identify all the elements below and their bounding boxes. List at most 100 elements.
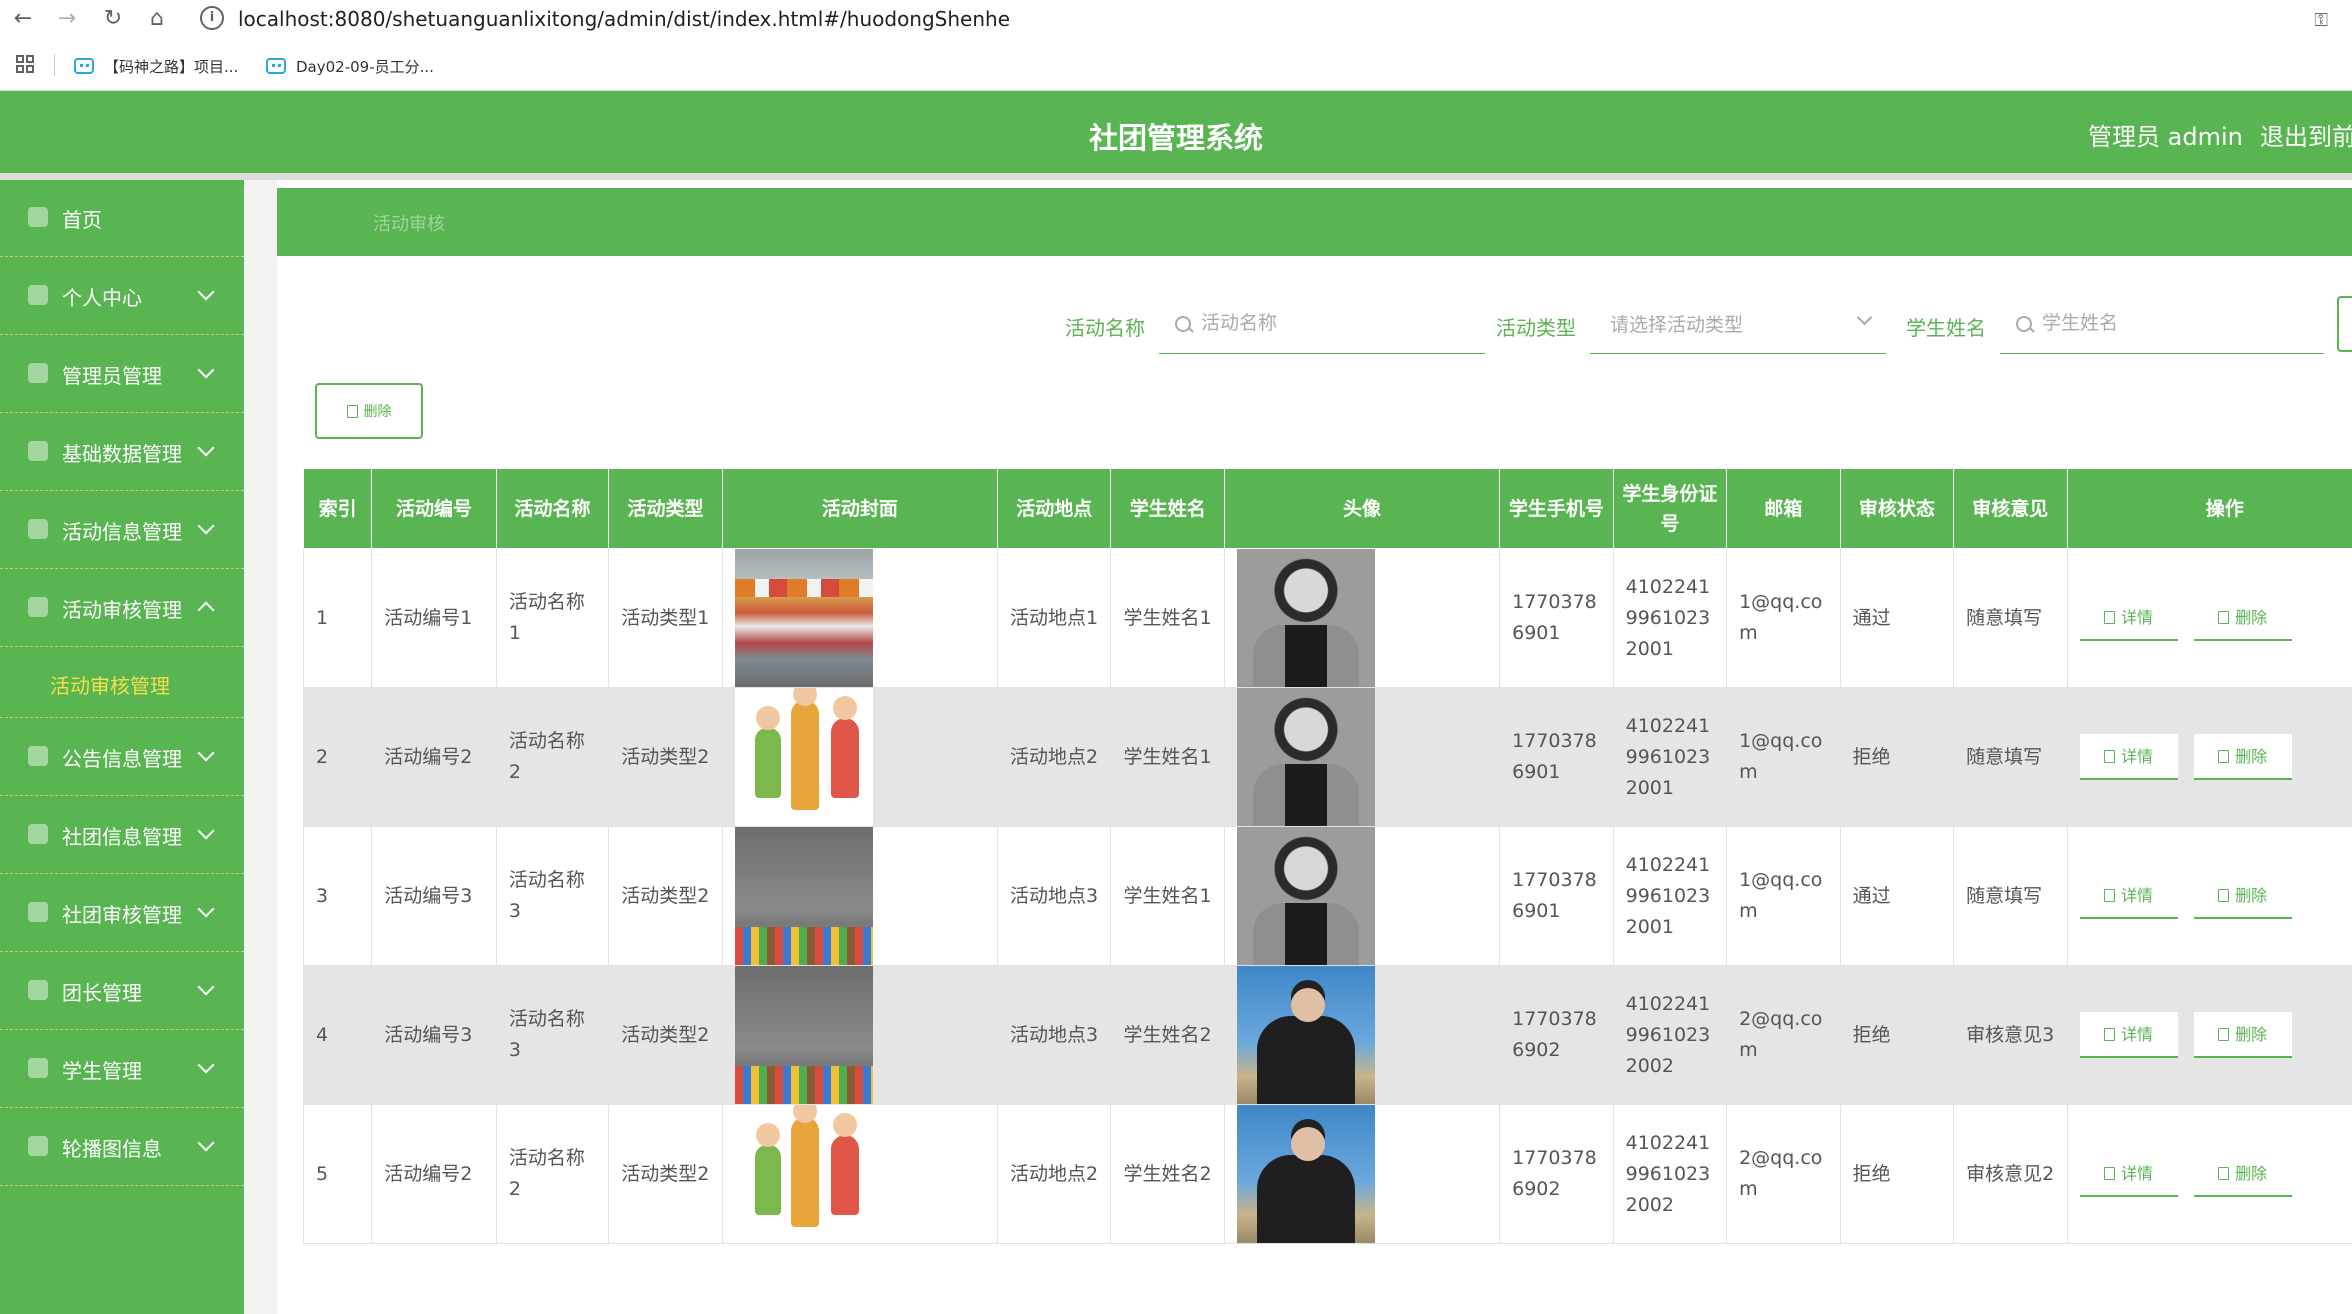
student-avatar-image[interactable] (1236, 827, 1375, 965)
activity-cover-image[interactable] (734, 966, 873, 1104)
cell-place: 活动地点2 (996, 687, 1112, 827)
column-header: 活动类型 (608, 468, 723, 549)
cell-phone: 17703786902 (1499, 1104, 1614, 1244)
delete-button[interactable]: 删除 (2193, 595, 2292, 641)
sidebar-item-label: 轮播图信息 (62, 1137, 162, 1161)
delete-button[interactable]: 删除 (2193, 734, 2292, 780)
sidebar-item-activity-review[interactable]: 活动审核管理 (0, 570, 244, 647)
review-table-wrap: 索引 活动编号 活动名称 活动类型 活动封面 活动地点 学生姓名 头像 学生手机… (303, 468, 2352, 1314)
sidebar-item-notice[interactable]: 公告信息管理 (0, 719, 244, 796)
sidebar-item-label: 社团审核管理 (62, 903, 182, 927)
activity-cover-image[interactable] (734, 827, 873, 965)
apps-grid-icon[interactable] (16, 55, 34, 73)
delete-button[interactable]: 删除 (2193, 1012, 2292, 1058)
cell-index: 2 (303, 687, 373, 827)
delete-button[interactable]: 删除 (2193, 1151, 2292, 1197)
sidebar-item-label: 个人中心 (62, 286, 142, 310)
cell-code: 活动编号1 (371, 548, 497, 688)
bookmarks-bar: 【码神之路】项目... Day02-09-员工分... (0, 40, 2352, 91)
cell-cover (721, 548, 998, 688)
bookmark-item[interactable]: 【码神之路】项目... (74, 54, 238, 78)
cell-phone: 17703786901 (1499, 687, 1614, 827)
sidebar-item-label: 学生管理 (62, 1059, 142, 1083)
sidebar-item-admin-management[interactable]: 管理员管理 (0, 336, 244, 413)
cell-cover (721, 687, 998, 827)
home-icon[interactable]: ⌂ (142, 4, 172, 34)
address-bar[interactable]: i localhost:8080/shetuanguanlixitong/adm… (188, 2, 2328, 36)
student-avatar-image[interactable] (1236, 966, 1375, 1104)
batch-delete-button[interactable]: 删除 (315, 383, 423, 439)
cell-status: 拒绝 (1839, 687, 1955, 827)
info-icon[interactable]: i (200, 6, 224, 30)
detail-button[interactable]: 详情 (2079, 1012, 2178, 1058)
cell-actions: 详情 删除 (2066, 687, 2352, 827)
detail-label: 详情 (2121, 885, 2154, 905)
activity-type-select[interactable]: 请选择活动类型 (1590, 292, 1886, 354)
document-icon (2104, 610, 2116, 624)
sidebar-item-label: 基础数据管理 (62, 442, 182, 466)
cell-student: 学生姓名1 (1110, 687, 1225, 827)
logout-link[interactable]: 退出到前 (2260, 117, 2352, 152)
cell-cover (721, 1104, 998, 1244)
cell-index: 3 (303, 826, 373, 966)
sidebar-item-leader[interactable]: 团长管理 (0, 953, 244, 1030)
delete-label: 删除 (2235, 885, 2268, 905)
cell-name: 活动名称1 (495, 548, 610, 688)
cell-opinion: 审核意见2 (1953, 1104, 2068, 1244)
sidebar-item-basic-data[interactable]: 基础数据管理 (0, 414, 244, 491)
student-avatar-image[interactable] (1236, 688, 1375, 826)
cell-type: 活动类型2 (608, 687, 723, 827)
student-avatar-image[interactable] (1236, 549, 1375, 687)
url-text[interactable]: localhost:8080/shetuanguanlixitong/admin… (238, 7, 1010, 31)
trash-icon (2218, 610, 2230, 624)
forward-icon[interactable]: → (52, 4, 82, 34)
detail-button[interactable]: 详情 (2079, 734, 2178, 780)
cell-phone: 17703786901 (1499, 548, 1614, 688)
breadcrumb[interactable]: 活动审核 (373, 210, 445, 236)
sidebar-item-carousel[interactable]: 轮播图信息 (0, 1109, 244, 1186)
chevron-down-icon (197, 900, 215, 918)
chevron-down-icon (197, 1134, 215, 1152)
delete-button[interactable]: 删除 (2193, 873, 2292, 919)
search-button[interactable] (2337, 296, 2352, 352)
student-avatar-image[interactable] (1236, 1105, 1375, 1243)
activity-name-input[interactable] (1199, 306, 1479, 340)
activity-cover-image[interactable] (734, 688, 873, 826)
trash-icon (2218, 749, 2230, 763)
detail-button[interactable]: 详情 (2079, 595, 2178, 641)
student-name-input[interactable] (2040, 306, 2318, 340)
activity-cover-image[interactable] (734, 1105, 873, 1243)
cell-opinion: 随意填写 (1953, 548, 2068, 688)
sidebar-item-student[interactable]: 学生管理 (0, 1031, 244, 1108)
cell-status: 拒绝 (1839, 1104, 1955, 1244)
back-icon[interactable]: ← (8, 4, 38, 34)
chevron-down-icon (197, 822, 215, 840)
bookmark-item[interactable]: Day02-09-员工分... (266, 54, 434, 78)
sidebar-item-activity-info[interactable]: 活动信息管理 (0, 492, 244, 569)
cell-index: 4 (303, 965, 373, 1105)
delete-label: 删除 (2235, 607, 2268, 627)
cell-place: 活动地点2 (996, 1104, 1112, 1244)
cell-actions: 详情 删除 (2066, 548, 2352, 688)
cell-type: 活动类型2 (608, 965, 723, 1105)
sidebar-item-home[interactable]: 首页 (0, 180, 244, 257)
sidebar-item-club-info[interactable]: 社团信息管理 (0, 797, 244, 874)
activity-name-input-wrap (1159, 292, 1485, 354)
sidebar-item-personal-center[interactable]: 个人中心 (0, 258, 244, 335)
cell-opinion: 随意填写 (1953, 826, 2068, 966)
column-header: 索引 (303, 468, 373, 549)
chevron-down-icon (197, 439, 215, 457)
cell-code: 活动编号2 (371, 1104, 497, 1244)
cell-idcard: 410224199610232002 (1612, 1104, 1728, 1244)
bilibili-icon (266, 58, 286, 74)
document-icon (2104, 1166, 2116, 1180)
key-icon[interactable]: ⚿ (2314, 10, 2328, 31)
cell-email: 1@qq.com (1726, 826, 1841, 966)
detail-button[interactable]: 详情 (2079, 1151, 2178, 1197)
sidebar-item-club-review[interactable]: 社团审核管理 (0, 875, 244, 952)
reload-icon[interactable]: ↻ (98, 4, 128, 34)
detail-button[interactable]: 详情 (2079, 873, 2178, 919)
activity-cover-image[interactable] (734, 549, 873, 687)
sidebar-subitem-activity-review[interactable]: 活动审核管理 (0, 648, 244, 718)
chevron-down-icon (197, 517, 215, 535)
